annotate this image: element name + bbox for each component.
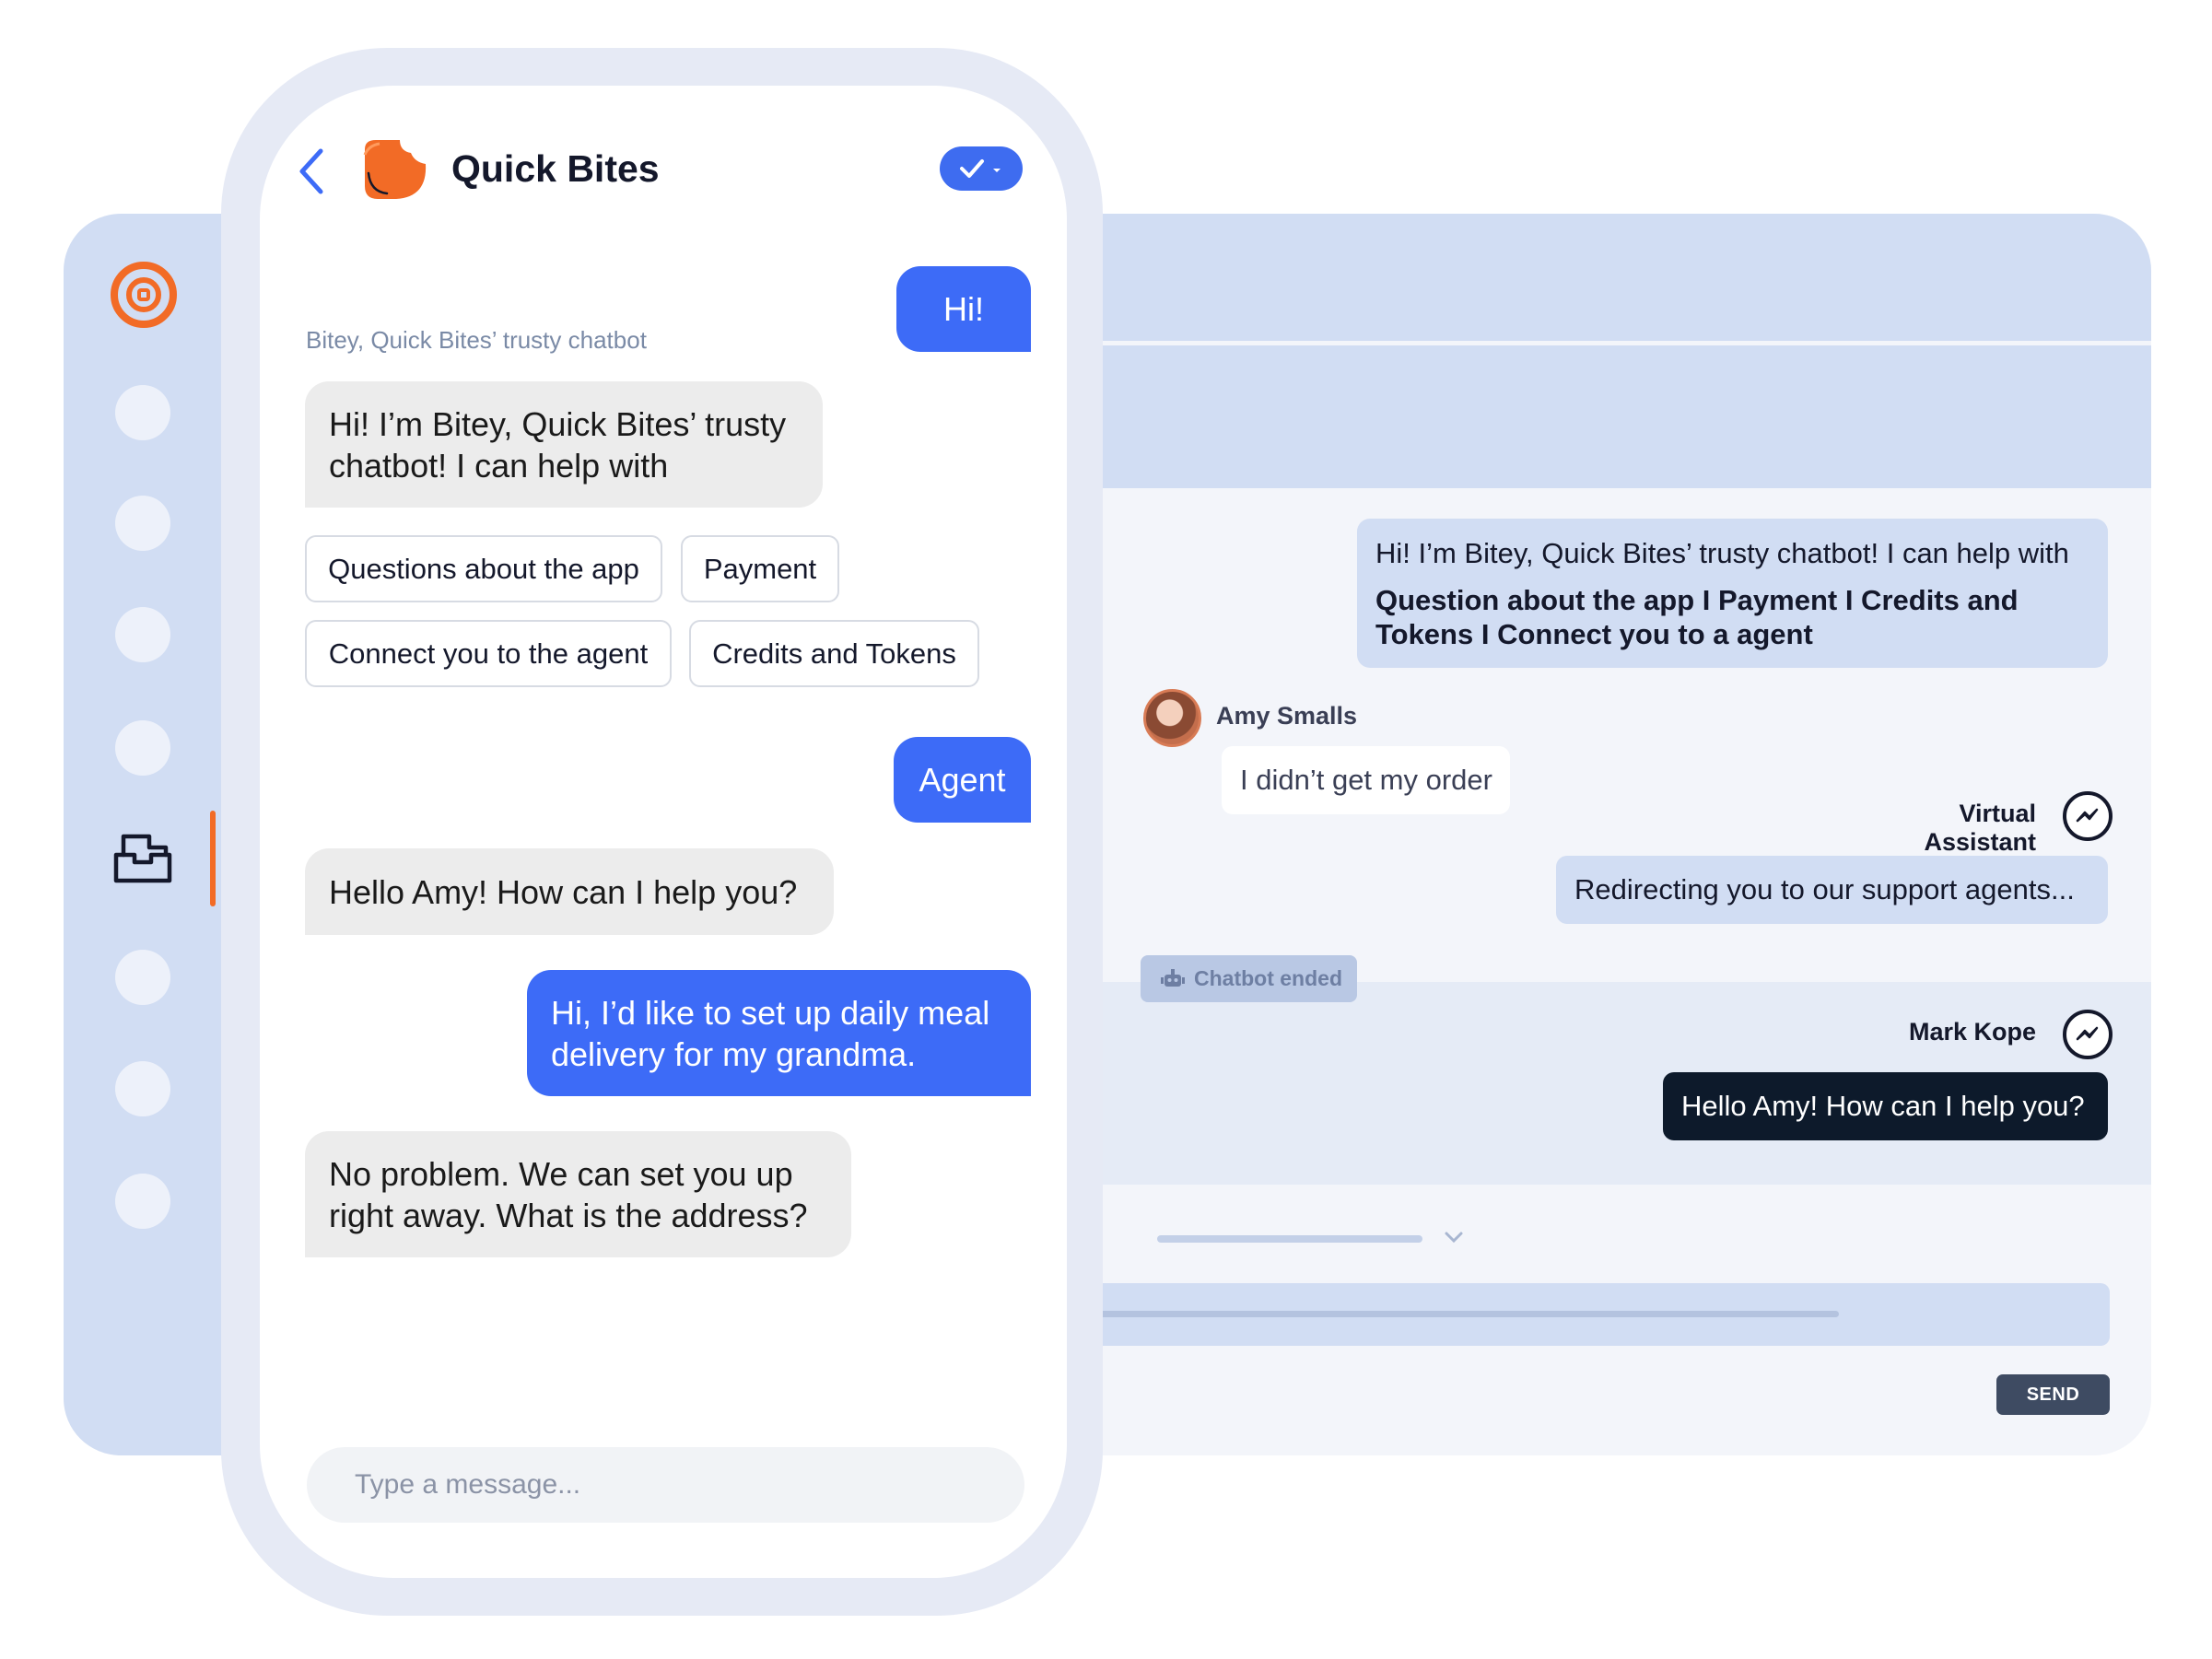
agent-message: Hello Amy! How can I help you? [1663, 1072, 2108, 1140]
nav-item-4[interactable] [115, 720, 170, 776]
customer-message: I didn’t get my order [1222, 746, 1510, 814]
virtual-assistant-name: Virtual Assistant [1924, 800, 2036, 856]
bot-message-address: No problem. We can set you up right away… [305, 1131, 851, 1257]
quick-reply-credits-tokens[interactable]: Credits and Tokens [689, 620, 979, 687]
nav-item-8[interactable] [115, 1174, 170, 1229]
channel-select[interactable] [1157, 1235, 1422, 1243]
chatbot-ended-badge: Chatbot ended [1141, 955, 1357, 1002]
desk-subheader [1087, 345, 2151, 488]
robot-icon [1161, 969, 1185, 987]
target-logo-icon [111, 262, 177, 328]
check-icon [960, 159, 1001, 178]
send-button[interactable]: SEND [1996, 1374, 2110, 1415]
nav-active-indicator [210, 811, 216, 906]
nav-item-2[interactable] [115, 496, 170, 551]
messenger-icon [2063, 1010, 2113, 1059]
message-input[interactable]: Type a message... [307, 1447, 1024, 1523]
user-message-hi: Hi! [896, 266, 1031, 352]
bot-message-intro: Hi! I’m Bitey, Quick Bites’ trusty chatb… [305, 381, 823, 508]
desk-header [1087, 214, 2151, 341]
agent-reply-input[interactable] [1087, 1283, 2110, 1346]
customer-name: Amy Smalls [1216, 702, 1358, 730]
inbox-icon[interactable] [112, 827, 173, 888]
quick-reply-payment[interactable]: Payment [681, 535, 839, 602]
nav-item-7[interactable] [115, 1061, 170, 1116]
agent-name: Mark Kope [1908, 1018, 2036, 1046]
avatar [1143, 689, 1201, 747]
bot-transcript-intro: Hi! I’m Bitey, Quick Bites’ trusty chatb… [1375, 537, 2069, 569]
bot-transcript-options: Question about the app I Payment I Credi… [1375, 584, 2019, 650]
quick-reply-questions[interactable]: Questions about the app [305, 535, 662, 602]
bot-transcript-message: Hi! I’m Bitey, Quick Bites’ trusty chatb… [1357, 519, 2108, 668]
virtual-assistant-message: Redirecting you to our support agents... [1556, 856, 2108, 924]
app-title: Quick Bites [451, 147, 660, 190]
nav-item-3[interactable] [115, 607, 170, 662]
chatbot-ended-label: Chatbot ended [1194, 966, 1342, 990]
status-toggle[interactable] [940, 146, 1023, 191]
chevron-down-icon[interactable] [1444, 1231, 1464, 1244]
user-message-meal: Hi, I’d like to set up daily meal delive… [527, 970, 1031, 1096]
bot-message-hello: Hello Amy! How can I help you? [305, 848, 834, 935]
nav-item-1[interactable] [115, 385, 170, 440]
bot-caption: Bitey, Quick Bites’ trusty chatbot [306, 326, 647, 354]
quick-bites-logo-icon [363, 140, 427, 199]
quick-reply-connect-agent[interactable]: Connect you to the agent [305, 620, 672, 687]
messenger-icon [2063, 791, 2113, 841]
nav-item-6[interactable] [115, 950, 170, 1005]
chevron-left-icon[interactable] [297, 147, 328, 195]
user-message-agent: Agent [894, 737, 1031, 823]
